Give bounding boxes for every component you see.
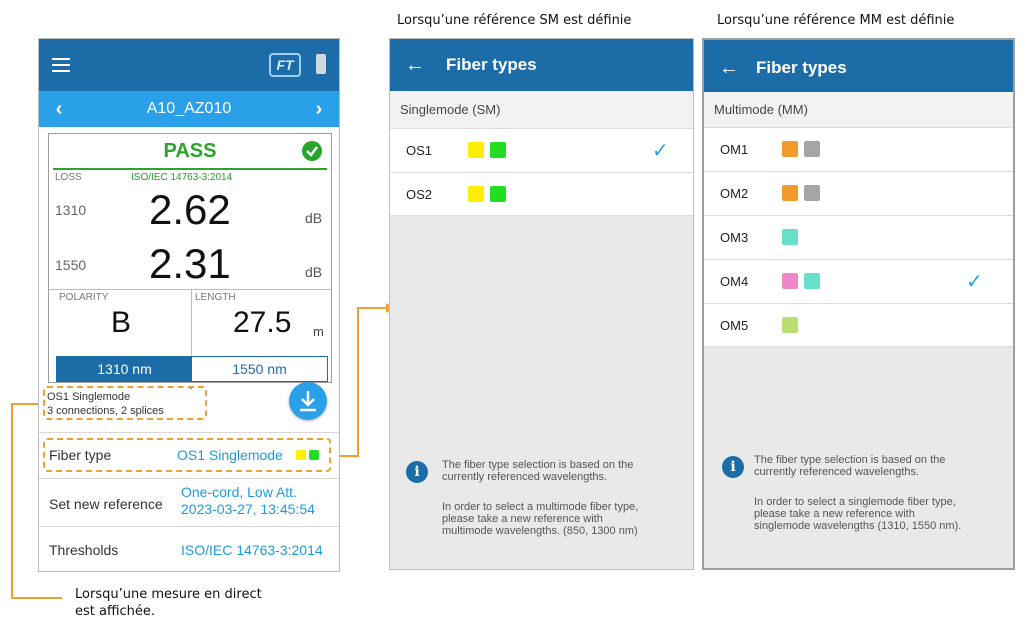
thresholds-label: Thresholds — [49, 542, 119, 558]
app-bar: FT — [39, 39, 339, 91]
info-text-line3: In order to select a multimode fiber typ… — [442, 501, 639, 513]
info-text-line4: please take a new reference with — [754, 508, 915, 520]
menu-icon[interactable] — [49, 53, 73, 77]
thresholds-row[interactable]: Thresholds ISO/IEC 14763-3:2014 — [39, 526, 339, 571]
info-text-line1: The fiber type selection is based on the — [754, 454, 946, 466]
info-text-line5: singlemode wavelengths (1310, 1550 nm). — [754, 520, 962, 532]
next-chevron-icon[interactable]: › — [307, 97, 331, 121]
info-icon: i — [406, 461, 428, 483]
fiber-color-swatch — [490, 186, 506, 202]
loss-unit-1310: dB — [305, 210, 323, 226]
tab-1310nm[interactable]: 1310 nm — [57, 357, 192, 381]
result-card: PASS LOSS ISO/IEC 14763-3:2014 1310 2.62… — [48, 133, 332, 383]
reference-timestamp: 2023-03-27, 13:45:54 — [181, 501, 315, 517]
download-button[interactable] — [289, 382, 327, 420]
fiber-name: OS2 — [406, 187, 433, 202]
fiber-row-om2[interactable]: OM2 — [704, 171, 1013, 215]
loss-value-1550: 2.31 — [149, 240, 231, 287]
selected-check-icon: ✓ — [966, 271, 983, 293]
fiber-row-om1[interactable]: OM1 — [704, 127, 1013, 171]
loss-value-1310: 2.62 — [149, 186, 231, 233]
section-label: Singlemode (SM) — [390, 91, 693, 128]
wavelength-1550: 1550 — [55, 257, 87, 273]
back-arrow-icon[interactable]: ← — [718, 57, 740, 79]
info-text-line2: currently referenced wavelengths. — [442, 471, 608, 483]
fiber-row-om3[interactable]: OM3 — [704, 215, 1013, 259]
polarity-label: POLARITY — [59, 292, 109, 303]
app-bar: ← Fiber types — [390, 39, 693, 91]
tab-1550nm[interactable]: 1550 nm — [192, 357, 327, 381]
polarity-value: B — [111, 306, 132, 339]
fiber-name: OM5 — [720, 318, 749, 333]
fiber-summary-highlight — [43, 386, 207, 420]
screen-title: Fiber types — [446, 55, 537, 74]
battery-icon — [316, 54, 326, 74]
fiber-color-swatch — [782, 229, 798, 245]
fiber-type-highlight — [43, 438, 331, 472]
fiber-name: OM2 — [720, 186, 749, 201]
test-id: A10_AZ010 — [146, 100, 232, 117]
fiber-name: OM3 — [720, 230, 749, 245]
set-reference-label: Set new reference — [49, 496, 163, 512]
pass-status: PASS — [163, 140, 217, 162]
card-divider-vertical — [191, 289, 192, 359]
card-divider — [49, 289, 331, 290]
fiber-color-swatch — [804, 141, 820, 157]
fiber-color-swatch — [782, 185, 798, 201]
fiber-color-swatch — [490, 142, 506, 158]
fiber-color-swatch — [468, 142, 484, 158]
fiber-types-mm-screen: ← Fiber types Multimode (MM) OM1 OM2 OM3… — [702, 38, 1015, 570]
fiber-name: OS1 — [406, 143, 433, 158]
check-circle-icon — [302, 141, 322, 161]
info-text-line5: multimode wavelengths. (850, 1300 nm) — [442, 525, 638, 537]
info-text-line2: currently referenced wavelengths. — [754, 466, 920, 478]
fiber-row-om5[interactable]: OM5 — [704, 303, 1013, 347]
brand-logo-text: FT — [276, 57, 294, 73]
fiber-color-swatch — [782, 317, 798, 333]
standard-label: ISO/IEC 14763-3:2014 — [131, 172, 233, 183]
fiber-name: OM1 — [720, 142, 749, 157]
app-bar: ← Fiber types — [704, 40, 1013, 92]
length-label: LENGTH — [195, 292, 236, 303]
fiber-color-swatch — [804, 185, 820, 201]
set-reference-row[interactable]: Set new reference One-cord, Low Att. 202… — [39, 478, 339, 526]
section-label: Multimode (MM) — [704, 92, 1013, 127]
fiber-color-swatch — [468, 186, 484, 202]
selected-check-icon: ✓ — [652, 140, 669, 162]
fiber-types-sm-screen: ← Fiber types Singlemode (SM) OS1 ✓ OS2 … — [389, 38, 694, 570]
fiber-row-os2[interactable]: OS2 — [390, 172, 693, 216]
screen-title: Fiber types — [756, 58, 847, 77]
fiber-row-os1[interactable]: OS1 ✓ — [390, 128, 693, 172]
main-results-screen: FT ‹ A10_AZ010 › PASS LOSS ISO/IEC 14763… — [38, 38, 340, 572]
back-arrow-icon[interactable]: ← — [404, 54, 426, 76]
wavelength-tabs: 1310 nm 1550 nm — [56, 356, 328, 382]
fiber-color-swatch — [782, 273, 798, 289]
info-icon: i — [722, 456, 744, 478]
info-text-line1: The fiber type selection is based on the — [442, 459, 634, 471]
fiber-color-swatch — [804, 273, 820, 289]
fiber-row-om4[interactable]: OM4 ✓ — [704, 259, 1013, 303]
fiber-color-swatch — [782, 141, 798, 157]
thresholds-value: ISO/IEC 14763-3:2014 — [181, 542, 323, 558]
download-icon — [300, 391, 316, 412]
fiber-name: OM4 — [720, 274, 749, 289]
info-text-line4: please take a new reference with — [442, 513, 603, 525]
length-unit: m — [313, 324, 324, 339]
loss-label: LOSS — [55, 172, 82, 183]
info-text-line3: In order to select a singlemode fiber ty… — [754, 496, 956, 508]
loss-unit-1550: dB — [305, 264, 323, 280]
test-navigation-bar: ‹ A10_AZ010 › — [39, 91, 339, 127]
brand-logo-icon: FT — [269, 53, 301, 77]
pass-underline — [53, 168, 327, 170]
wavelength-1310: 1310 — [55, 202, 87, 218]
reference-type: One-cord, Low Att. — [181, 484, 297, 500]
length-value: 27.5 — [233, 306, 292, 339]
